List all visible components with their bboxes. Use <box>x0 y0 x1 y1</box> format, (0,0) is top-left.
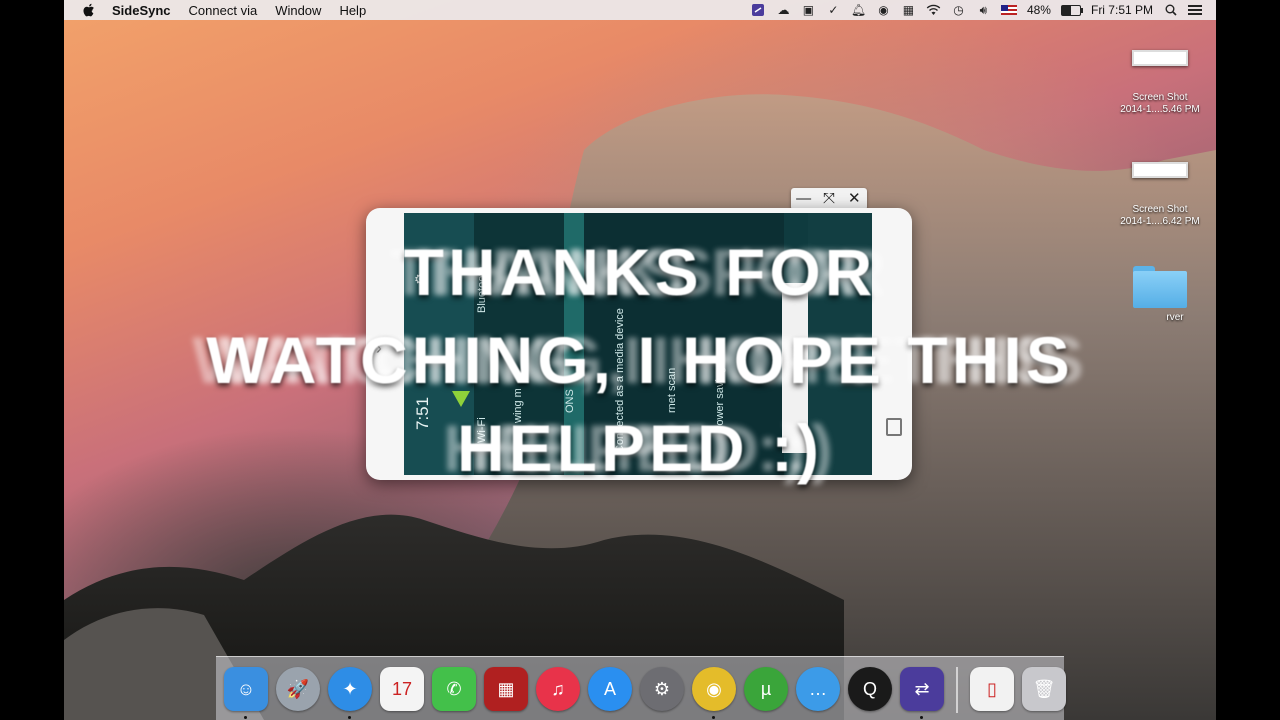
battery-fill <box>1061 5 1071 15</box>
running-indicator <box>244 716 247 719</box>
chrome-icon[interactable]: ◉ <box>692 667 736 719</box>
running-indicator <box>712 716 715 719</box>
menu-window[interactable]: Window <box>275 3 321 18</box>
spotlight-search-icon[interactable] <box>1163 3 1178 17</box>
apple-icon[interactable] <box>82 3 96 17</box>
menu-help[interactable]: Help <box>339 3 366 18</box>
dock-apps: ☺ 🚀 ✦ 17 ✆ ▦ ♫ A ⚙ ◉ µ… Q ⇄ ▯ 🗑 <box>224 667 1066 719</box>
quicktime-icon[interactable]: Q <box>848 667 892 711</box>
safari-icon[interactable]: ✦ <box>328 667 372 719</box>
desktop: SideSync Connect via Window Help ☁ ▣ ✓ 🔔… <box>64 0 1216 720</box>
caption-line-1: THANKS FOR <box>403 235 877 309</box>
volume-icon[interactable]: 🔊︎ <box>976 3 991 17</box>
calendar-icon[interactable]: 17 <box>380 667 424 711</box>
close-button[interactable]: ✕ <box>845 190 863 208</box>
caption-line-2: WATCHING, I HOPE THIS <box>206 323 1074 397</box>
record-icon[interactable]: ◉ <box>876 3 891 17</box>
check-icon[interactable]: ✓ <box>826 3 841 17</box>
screenshot-thumbnail-icon <box>1132 162 1188 178</box>
menu-connect-via[interactable]: Connect via <box>189 3 258 18</box>
battery-icon[interactable] <box>1060 4 1083 16</box>
window-controls: — ⤧ ✕ <box>791 188 867 210</box>
battery-percent[interactable]: 48% <box>1027 3 1051 17</box>
dock: ☺ 🚀 ✦ 17 ✆ ▦ ♫ A ⚙ ◉ µ… Q ⇄ ▯ 🗑 <box>216 656 1066 720</box>
dock-separator <box>956 667 958 713</box>
chat-icon[interactable]: … <box>796 667 840 711</box>
time-machine-icon[interactable]: ◷ <box>951 3 966 17</box>
running-indicator <box>348 716 351 719</box>
sidesync-menu-icon[interactable] <box>751 3 766 17</box>
app-menu-icon[interactable]: ▦ <box>901 3 916 17</box>
screen-share-icon[interactable]: ▣ <box>801 3 816 17</box>
desktop-file-screenshot-1[interactable]: Screen Shot 2014-1....5.46 PM <box>1110 50 1210 116</box>
trash-icon[interactable]: 🗑 <box>1022 667 1066 711</box>
desktop-file-screenshot-2[interactable]: Screen Shot 2014-1....6.42 PM <box>1110 162 1210 228</box>
launchpad-icon[interactable]: 🚀 <box>276 667 320 711</box>
messages-icon[interactable]: ✆ <box>432 667 476 711</box>
menu-app-name[interactable]: SideSync <box>112 3 171 18</box>
screenshot-thumbnail-icon <box>1132 50 1188 66</box>
bell-icon[interactable]: 🔔︎ <box>851 3 866 17</box>
menu-clock[interactable]: Fri 7:51 PM <box>1091 3 1153 17</box>
app-store-icon[interactable]: A <box>588 667 632 711</box>
notification-center-icon[interactable] <box>1188 5 1202 15</box>
running-indicator <box>920 716 923 719</box>
document-icon[interactable]: ▯ <box>970 667 1014 711</box>
wifi-icon[interactable] <box>926 3 941 17</box>
flag-icon[interactable] <box>1000 5 1017 15</box>
sidesync-icon[interactable]: ⇄ <box>900 667 944 719</box>
cloud-icon[interactable]: ☁ <box>776 3 791 17</box>
desktop-file-label: Screen Shot 2014-1....6.42 PM <box>1120 204 1200 227</box>
finder-icon[interactable]: ☺ <box>224 667 268 719</box>
utorrent-icon[interactable]: µ <box>744 667 788 711</box>
fullscreen-button[interactable]: ⤧ <box>820 190 838 208</box>
caption-line-3: HELPED :) <box>457 411 823 485</box>
photo-booth-icon[interactable]: ▦ <box>484 667 528 711</box>
minimize-button[interactable]: — <box>795 190 813 208</box>
desktop-file-label: Screen Shot 2014-1....5.46 PM <box>1120 92 1200 115</box>
system-preferences-icon[interactable]: ⚙ <box>640 667 684 711</box>
video-caption: THANKS FOR WATCHING, I HOPE THIS HELPED … <box>84 228 1196 492</box>
itunes-icon[interactable]: ♫ <box>536 667 580 711</box>
menu-bar: SideSync Connect via Window Help ☁ ▣ ✓ 🔔… <box>64 0 1216 20</box>
